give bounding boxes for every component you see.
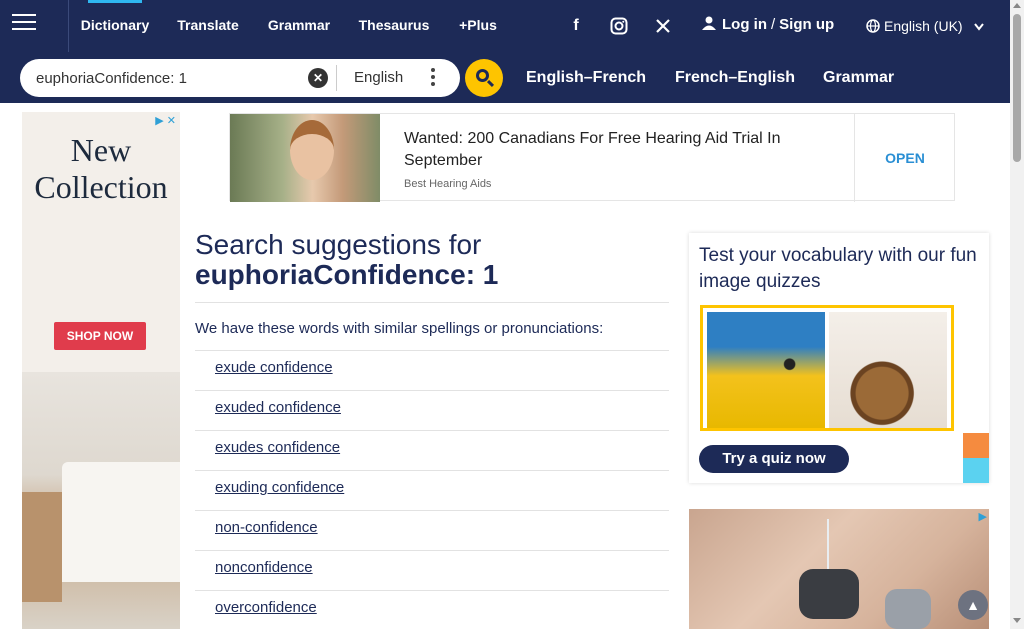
side-tab-cyan[interactable] xyxy=(963,458,989,483)
scroll-to-top-button[interactable]: ▲ xyxy=(958,590,988,620)
nav-translate[interactable]: Translate xyxy=(170,0,246,52)
ad-wire-image xyxy=(827,519,829,571)
tab-english-french[interactable]: English–French xyxy=(514,52,658,103)
search-divider xyxy=(336,65,337,91)
clear-search-icon[interactable]: ✕ xyxy=(308,68,328,88)
search-bar: ✕ English English–French French–English … xyxy=(0,52,1010,103)
banner-advertisement[interactable]: Wanted: 200 Canadians For Free Hearing A… xyxy=(229,113,955,202)
ad-bed-image xyxy=(62,462,180,582)
page-title-term: euphoriaConfidence: 1 xyxy=(195,259,499,290)
login-link[interactable]: Log in xyxy=(722,16,767,33)
try-quiz-button[interactable]: Try a quiz now xyxy=(699,445,849,473)
adchoices-icon[interactable]: ▶ xyxy=(979,510,987,523)
nav-grammar[interactable]: Grammar xyxy=(260,0,338,52)
nav-thesaurus[interactable]: Thesaurus xyxy=(350,0,438,52)
menu-icon[interactable] xyxy=(12,14,36,34)
page-scrollbar[interactable] xyxy=(1010,0,1024,629)
language-selector[interactable]: English (UK) xyxy=(866,16,985,36)
suggestion-link[interactable]: non-confidence xyxy=(215,519,318,536)
tab-grammar[interactable]: Grammar xyxy=(811,52,906,103)
divider xyxy=(195,590,669,591)
right-advertisement[interactable]: ▶ xyxy=(689,509,989,629)
page-title-prefix: Search suggestions for xyxy=(195,229,482,260)
suggestion-link[interactable]: overconfidence xyxy=(215,599,317,616)
ad-title: New Collection xyxy=(34,132,168,205)
divider xyxy=(195,390,669,391)
quiz-title[interactable]: Test your vocabulary with our fun image … xyxy=(699,243,979,295)
arrow-up-icon: ▲ xyxy=(966,597,980,613)
suggestion-link[interactable]: nonconfidence xyxy=(215,559,313,576)
divider xyxy=(195,302,669,303)
instagram-icon[interactable] xyxy=(604,14,634,38)
ad-hearing-aid-image xyxy=(799,569,859,619)
language-label: English (UK) xyxy=(884,18,963,34)
chevron-down-icon xyxy=(974,16,985,36)
search-button[interactable] xyxy=(465,59,503,97)
ad-open-button[interactable]: OPEN xyxy=(855,114,955,202)
divider xyxy=(195,510,669,511)
scroll-down-arrow[interactable] xyxy=(1013,618,1021,623)
more-options-icon[interactable] xyxy=(430,68,436,88)
login-separator: / xyxy=(771,16,776,33)
globe-icon xyxy=(866,18,880,33)
suggestion-link[interactable]: exudes confidence xyxy=(215,439,340,456)
snail-image xyxy=(829,312,947,428)
shop-now-button[interactable]: SHOP NOW xyxy=(54,322,146,350)
nav-divider xyxy=(68,0,69,52)
nav-dictionary[interactable]: Dictionary xyxy=(70,0,160,52)
x-twitter-icon[interactable] xyxy=(648,14,678,38)
dictionary-select[interactable]: English xyxy=(354,69,403,86)
ad-source: Best Hearing Aids xyxy=(404,178,492,190)
scroll-up-arrow[interactable] xyxy=(1013,3,1021,8)
ad-hearing-aid-image xyxy=(885,589,931,629)
top-nav: Dictionary Translate Grammar Thesaurus +… xyxy=(0,0,1010,52)
suggestions-intro: We have these words with similar spellin… xyxy=(195,320,604,337)
search-input[interactable] xyxy=(36,67,306,89)
ad-photo xyxy=(230,114,380,202)
divider xyxy=(195,550,669,551)
user-icon xyxy=(702,1,716,30)
quiz-image[interactable] xyxy=(700,305,954,431)
divider xyxy=(195,350,669,351)
parrot-image xyxy=(707,312,825,428)
suggestion-link[interactable]: exuded confidence xyxy=(215,399,341,416)
divider xyxy=(195,470,669,471)
page-title: Search suggestions for euphoriaConfidenc… xyxy=(195,230,669,290)
left-advertisement[interactable]: ▶ ✕ New Collection SHOP NOW xyxy=(22,112,180,629)
tab-french-english[interactable]: French–English xyxy=(663,52,807,103)
ad-nightstand-image xyxy=(22,492,62,602)
login-area: Log in / Sign up xyxy=(702,0,834,52)
adchoices-icon[interactable]: ▶ ✕ xyxy=(155,114,176,127)
side-tab-orange[interactable] xyxy=(963,433,989,458)
suggestion-link[interactable]: exude confidence xyxy=(215,359,333,376)
scrollbar-thumb[interactable] xyxy=(1013,14,1021,162)
signup-link[interactable]: Sign up xyxy=(779,16,834,33)
facebook-icon[interactable]: f xyxy=(561,14,591,38)
ad-headline[interactable]: Wanted: 200 Canadians For Free Hearing A… xyxy=(404,128,824,172)
quiz-panel: Test your vocabulary with our fun image … xyxy=(689,233,989,483)
nav-plus[interactable]: +Plus xyxy=(452,0,504,52)
search-box: ✕ English xyxy=(20,59,460,97)
suggestion-link[interactable]: exuding confidence xyxy=(215,479,344,496)
divider xyxy=(195,430,669,431)
